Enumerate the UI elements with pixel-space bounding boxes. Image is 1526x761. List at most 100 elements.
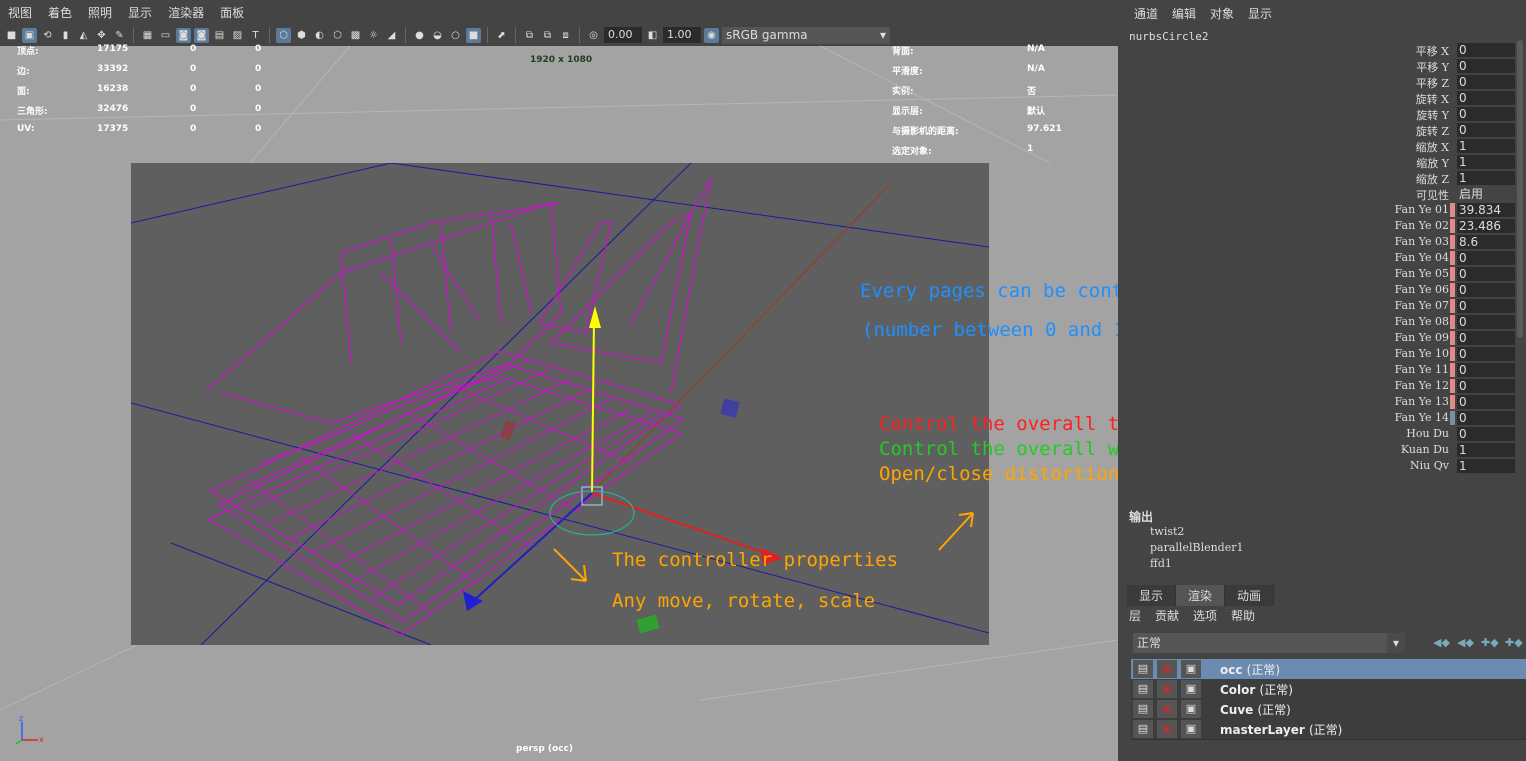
render-layer-row[interactable]: ▤ ◉ ▣ masterLayer (正常) xyxy=(1131,719,1526,740)
new-layer-from-selection-icon[interactable]: ✚◆ xyxy=(1505,636,1523,649)
channel-value-field[interactable]: 0 xyxy=(1457,427,1515,441)
channel-row[interactable]: 缩放 Y 1 xyxy=(1121,154,1515,171)
channel-value-field[interactable]: 0 xyxy=(1457,331,1515,345)
render-toggle-icon[interactable]: ▤ xyxy=(1133,700,1153,718)
menu-object[interactable]: 对象 xyxy=(1203,5,1241,22)
channel-row[interactable]: Fan Ye 14 0 xyxy=(1121,410,1515,426)
visibility-icon[interactable]: ◉ xyxy=(1157,700,1177,718)
channel-value-field[interactable]: 启用 xyxy=(1457,187,1515,201)
channel-row[interactable]: Fan Ye 12 0 xyxy=(1121,378,1515,394)
channel-value-field[interactable]: 0 xyxy=(1457,43,1515,57)
channel-row[interactable]: 平移 X 0 xyxy=(1121,42,1515,59)
menu-layers[interactable]: 层 xyxy=(1129,607,1141,624)
viewport-panel[interactable]: 视图 着色 照明 显示 渲染器 面板 ■ ▣ ⟲ ▮ ◭ ✥ ✎ ▦ ▭ ◙ ◙… xyxy=(0,0,1118,761)
channel-label[interactable]: 旋转 Y xyxy=(1416,107,1449,123)
channel-label[interactable]: Fan Ye 01 xyxy=(1395,203,1449,216)
channel-label[interactable]: 可见性 xyxy=(1416,187,1449,203)
scene-wireframe[interactable] xyxy=(131,163,989,645)
channel-value-field[interactable]: 0 xyxy=(1457,107,1515,121)
channel-value-field[interactable]: 0 xyxy=(1457,347,1515,361)
channel-label[interactable]: Fan Ye 10 xyxy=(1395,347,1449,360)
channel-row[interactable]: Niu Qv 1 xyxy=(1121,458,1515,474)
move-layer-up-icon[interactable]: ◀◆ xyxy=(1433,636,1450,649)
channel-label[interactable]: Fan Ye 06 xyxy=(1395,283,1449,296)
channel-value-field[interactable]: 0 xyxy=(1457,75,1515,89)
channel-label[interactable]: Fan Ye 07 xyxy=(1395,299,1449,312)
channel-row[interactable]: Fan Ye 08 0 xyxy=(1121,314,1515,330)
channel-value-field[interactable]: 0 xyxy=(1457,59,1515,73)
menu-display[interactable]: 显示 xyxy=(1241,5,1279,22)
channel-value-field[interactable]: 0 xyxy=(1457,251,1515,265)
new-empty-layer-icon[interactable]: ✚◆ xyxy=(1481,636,1499,649)
channel-label[interactable]: 平移 Z xyxy=(1416,75,1449,91)
render-layer-row[interactable]: ▤ ◉ ▣ Cuve (正常) xyxy=(1131,699,1526,720)
channel-label[interactable]: 平移 X xyxy=(1416,43,1449,59)
render-settings-icon[interactable]: ▣ xyxy=(1181,700,1201,718)
output-node[interactable]: ffd1 xyxy=(1150,557,1172,570)
render-settings-icon[interactable]: ▣ xyxy=(1181,720,1201,738)
channel-row[interactable]: Fan Ye 06 0 xyxy=(1121,282,1515,298)
channel-row[interactable]: 旋转 X 0 xyxy=(1121,90,1515,107)
channel-label[interactable]: 缩放 X xyxy=(1416,139,1449,155)
output-node[interactable]: parallelBlender1 xyxy=(1150,541,1243,554)
channel-label[interactable]: Hou Du xyxy=(1406,427,1449,440)
channel-value-field[interactable]: 0 xyxy=(1457,379,1515,393)
tab-display-layers[interactable]: 显示 xyxy=(1127,585,1177,606)
channel-value-field[interactable]: 0 xyxy=(1457,363,1515,377)
channel-value-field[interactable]: 0 xyxy=(1457,283,1515,297)
menu-options[interactable]: 选项 xyxy=(1193,607,1217,624)
channel-label[interactable]: Fan Ye 03 xyxy=(1395,235,1449,248)
channel-label[interactable]: 平移 Y xyxy=(1416,59,1449,75)
channel-value-field[interactable]: 0 xyxy=(1457,315,1515,329)
channel-label[interactable]: Fan Ye 09 xyxy=(1395,331,1449,344)
render-settings-icon[interactable]: ▣ xyxy=(1181,680,1201,698)
channel-label[interactable]: Fan Ye 08 xyxy=(1395,315,1449,328)
channel-value-field[interactable]: 1 xyxy=(1457,155,1515,169)
channel-value-field[interactable]: 1 xyxy=(1457,459,1515,473)
channel-row[interactable]: 平移 Y 0 xyxy=(1121,58,1515,75)
channel-row[interactable]: 旋转 Z 0 xyxy=(1121,122,1515,139)
channel-box-scrollbar[interactable] xyxy=(1517,40,1523,338)
render-layer-row[interactable]: ▤ ◉ ▣ occ (正常) xyxy=(1131,659,1526,680)
channel-label[interactable]: 旋转 X xyxy=(1416,91,1449,107)
channel-label[interactable]: Fan Ye 14 xyxy=(1395,411,1449,424)
channel-label[interactable]: Fan Ye 12 xyxy=(1395,379,1449,392)
channel-label[interactable]: Fan Ye 04 xyxy=(1395,251,1449,264)
channel-row[interactable]: 可见性 启用 xyxy=(1121,186,1515,203)
channel-label[interactable]: 旋转 Z xyxy=(1416,123,1449,139)
render-layer-row[interactable]: ▤ ◉ ▣ Color (正常) xyxy=(1131,679,1526,700)
channel-row[interactable]: Fan Ye 13 0 xyxy=(1121,394,1515,410)
visibility-icon[interactable]: ◉ xyxy=(1157,720,1177,738)
channel-value-field[interactable]: 0 xyxy=(1457,411,1515,425)
channel-row[interactable]: 缩放 Z 1 xyxy=(1121,170,1515,187)
channel-label[interactable]: 缩放 Y xyxy=(1416,155,1449,171)
channel-row[interactable]: Fan Ye 04 0 xyxy=(1121,250,1515,266)
tab-render-layers[interactable]: 渲染 xyxy=(1176,585,1226,606)
channel-value-field[interactable]: 23.486 xyxy=(1457,219,1515,233)
menu-channels[interactable]: 通道 xyxy=(1127,5,1165,22)
move-layer-down-icon[interactable]: ◀◆ xyxy=(1457,636,1474,649)
render-toggle-icon[interactable]: ▤ xyxy=(1133,660,1153,678)
channel-label[interactable]: 缩放 Z xyxy=(1416,171,1449,187)
resolution-gate[interactable]: The controller properties Any move, rota… xyxy=(131,163,989,645)
blend-mode-dropdown[interactable]: 正常 ▾ xyxy=(1133,633,1405,653)
channel-value-field[interactable]: 39.834 xyxy=(1457,203,1515,217)
channel-row[interactable]: 旋转 Y 0 xyxy=(1121,106,1515,123)
channel-value-field[interactable]: 1 xyxy=(1457,443,1515,457)
output-node[interactable]: twist2 xyxy=(1150,525,1184,538)
render-toggle-icon[interactable]: ▤ xyxy=(1133,720,1153,738)
channel-label[interactable]: Fan Ye 13 xyxy=(1395,395,1449,408)
channel-row[interactable]: Kuan Du 1 xyxy=(1121,442,1515,458)
channel-row[interactable]: Fan Ye 11 0 xyxy=(1121,362,1515,378)
channel-label[interactable]: Kuan Du xyxy=(1401,443,1449,456)
channel-row[interactable]: Fan Ye 07 0 xyxy=(1121,298,1515,314)
channel-value-field[interactable]: 1 xyxy=(1457,171,1515,185)
channel-row[interactable]: Fan Ye 10 0 xyxy=(1121,346,1515,362)
channel-row[interactable]: 缩放 X 1 xyxy=(1121,138,1515,155)
channel-value-field[interactable]: 0 xyxy=(1457,395,1515,409)
channel-row[interactable]: Fan Ye 05 0 xyxy=(1121,266,1515,282)
menu-edit[interactable]: 编辑 xyxy=(1165,5,1203,22)
channel-label[interactable]: Fan Ye 11 xyxy=(1395,363,1449,376)
channel-value-field[interactable]: 0 xyxy=(1457,299,1515,313)
channel-row[interactable]: Fan Ye 09 0 xyxy=(1121,330,1515,346)
